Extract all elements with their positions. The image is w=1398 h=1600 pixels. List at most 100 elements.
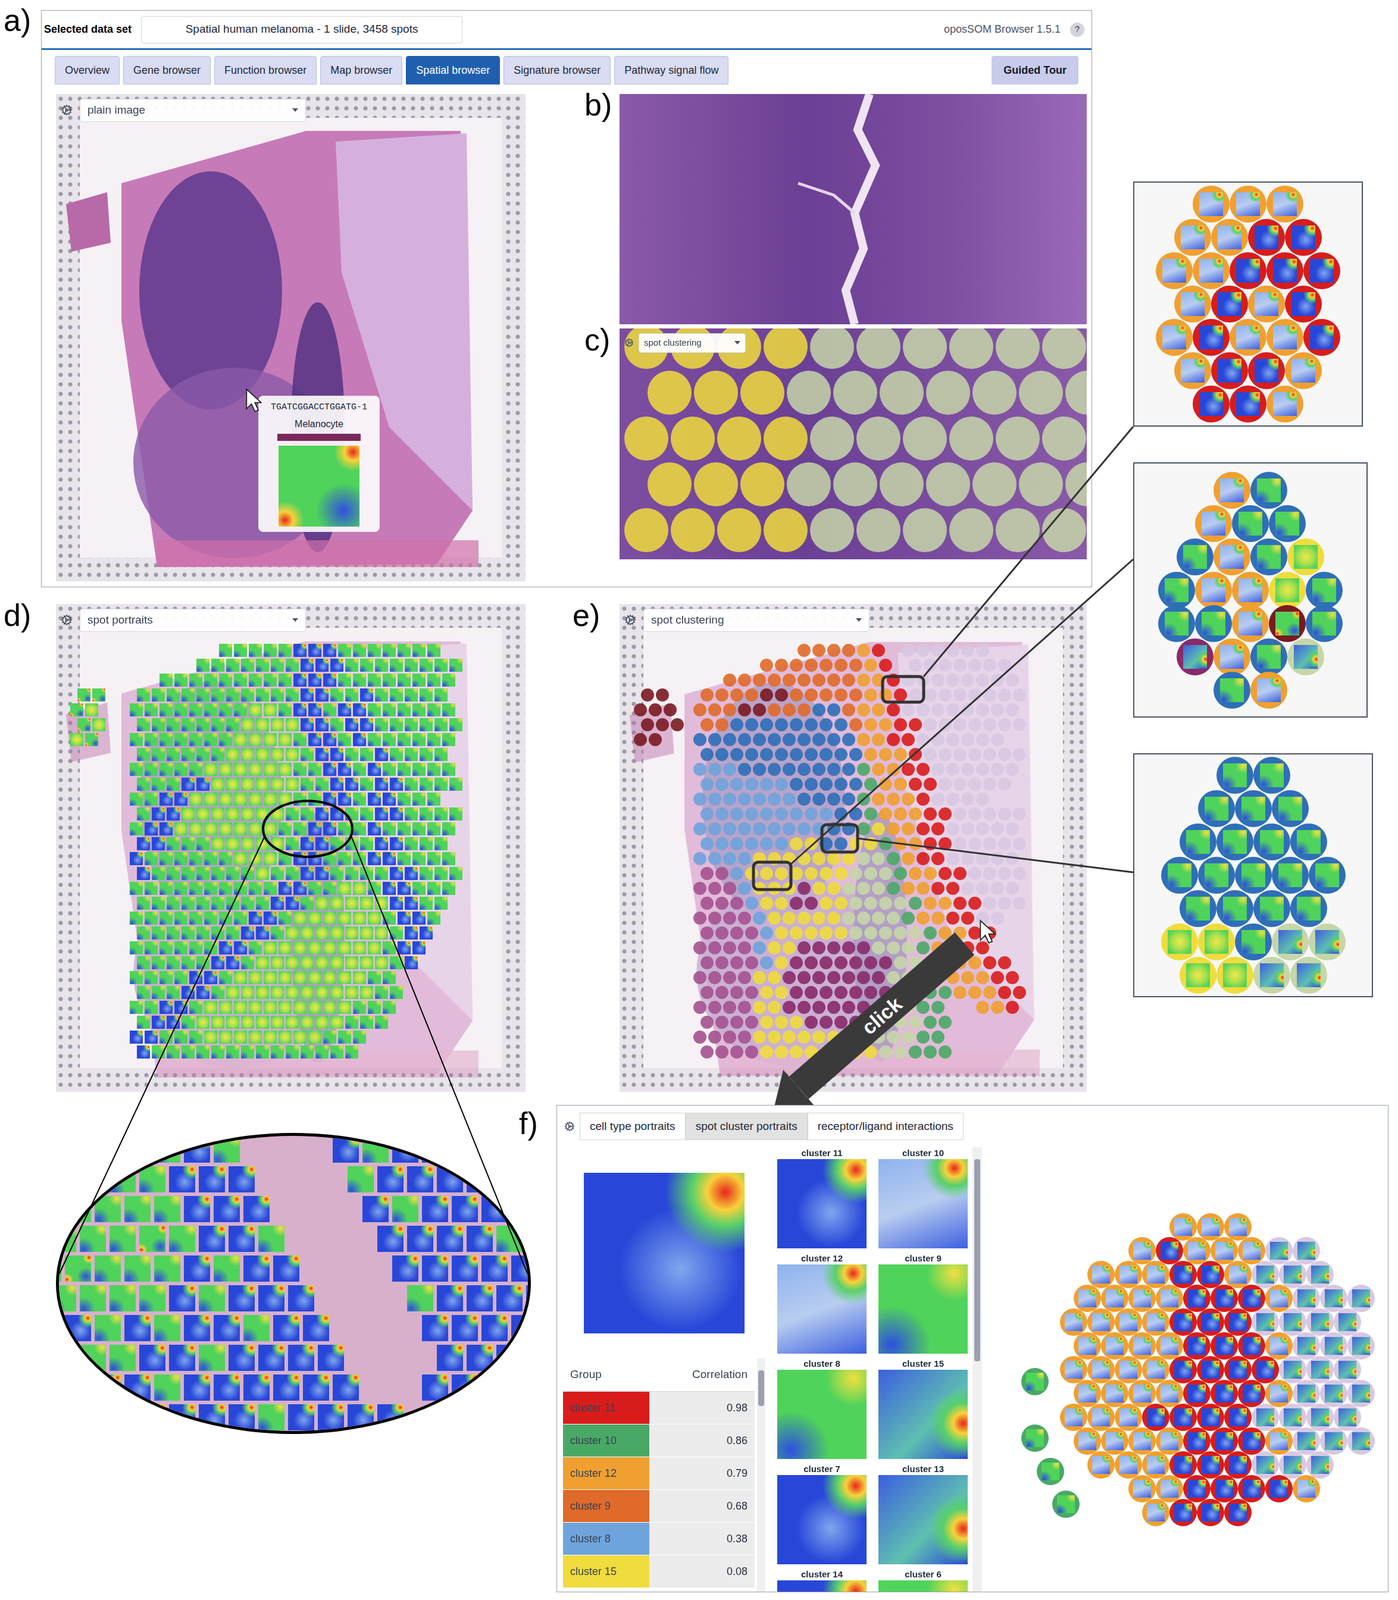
spot[interactable]	[202, 672, 218, 688]
spot[interactable]	[915, 672, 931, 688]
spot[interactable]	[922, 687, 938, 703]
spot[interactable]	[358, 984, 374, 1000]
spot[interactable]	[366, 642, 382, 658]
spot[interactable]	[321, 821, 337, 837]
spot[interactable]	[329, 955, 344, 971]
spot[interactable]	[441, 732, 456, 747]
spot[interactable]	[381, 999, 397, 1015]
spot[interactable]	[403, 717, 419, 733]
spot[interactable]	[426, 761, 442, 777]
spot[interactable]	[254, 717, 270, 733]
spot[interactable]	[870, 642, 886, 658]
spot[interactable]	[299, 984, 315, 1000]
spot[interactable]	[180, 955, 196, 971]
spot[interactable]	[974, 702, 990, 718]
spot[interactable]	[879, 462, 924, 507]
spot[interactable]	[262, 940, 278, 956]
spot[interactable]	[128, 791, 144, 807]
spot[interactable]	[143, 880, 159, 896]
spot[interactable]	[277, 672, 293, 688]
spot[interactable]	[351, 910, 367, 926]
spot[interactable]	[195, 687, 211, 703]
spot[interactable]	[336, 999, 352, 1015]
spot[interactable]	[135, 925, 151, 941]
spot[interactable]	[1065, 370, 1087, 415]
spot[interactable]	[307, 761, 322, 777]
spot[interactable]	[343, 865, 359, 881]
spot[interactable]	[277, 761, 293, 777]
spot[interactable]	[833, 462, 878, 507]
spot[interactable]	[902, 328, 947, 369]
tab[interactable]: Overview	[54, 55, 120, 85]
spot[interactable]	[158, 999, 174, 1015]
spot[interactable]	[262, 851, 278, 866]
spot[interactable]	[299, 955, 315, 971]
spot[interactable]	[173, 1029, 189, 1045]
spot[interactable]	[128, 910, 144, 926]
spot[interactable]	[284, 746, 300, 762]
spot[interactable]	[411, 642, 427, 658]
spot[interactable]	[165, 776, 181, 792]
spot[interactable]	[766, 672, 782, 688]
spot[interactable]	[441, 821, 456, 837]
spot[interactable]	[403, 865, 419, 881]
spot[interactable]	[83, 702, 99, 718]
spot[interactable]	[396, 761, 412, 777]
spot[interactable]	[210, 657, 225, 673]
spot[interactable]	[314, 657, 330, 673]
spot[interactable]	[247, 672, 263, 688]
spot[interactable]	[381, 821, 397, 837]
spot[interactable]	[128, 1029, 144, 1045]
spot[interactable]	[426, 791, 442, 807]
spot[interactable]	[411, 910, 427, 926]
spot[interactable]	[974, 672, 990, 688]
spot[interactable]	[299, 806, 315, 822]
spot[interactable]	[373, 806, 389, 822]
spot[interactable]	[381, 702, 397, 718]
spot[interactable]	[128, 732, 144, 747]
spot[interactable]	[381, 672, 397, 688]
spot[interactable]	[247, 821, 263, 837]
spot[interactable]	[826, 672, 841, 688]
spot[interactable]	[269, 806, 285, 822]
guided-tour-button[interactable]: Guided Tour	[991, 55, 1079, 85]
spot[interactable]	[135, 746, 151, 762]
spot[interactable]	[721, 702, 737, 718]
spot[interactable]	[314, 687, 330, 703]
spot[interactable]	[239, 895, 255, 911]
spot[interactable]	[254, 1044, 270, 1060]
spot[interactable]	[224, 1014, 240, 1030]
spot[interactable]	[224, 984, 240, 1000]
spot[interactable]	[433, 776, 449, 792]
spot[interactable]	[411, 732, 427, 747]
spot[interactable]	[321, 702, 337, 718]
spot[interactable]	[165, 895, 181, 911]
spot[interactable]	[974, 642, 990, 658]
spot[interactable]	[788, 687, 804, 703]
spot[interactable]	[877, 657, 893, 673]
spot[interactable]	[210, 1014, 225, 1030]
spot[interactable]	[366, 880, 382, 896]
spot[interactable]	[202, 1029, 218, 1045]
spot[interactable]	[995, 328, 1040, 369]
spot[interactable]	[262, 970, 278, 985]
spot[interactable]	[321, 642, 337, 658]
spot[interactable]	[329, 806, 344, 822]
spot[interactable]	[922, 657, 938, 673]
spot[interactable]	[670, 416, 715, 461]
spot[interactable]	[210, 717, 225, 733]
spot[interactable]	[269, 925, 285, 941]
spot[interactable]	[751, 702, 767, 718]
spot[interactable]	[855, 642, 871, 658]
spot[interactable]	[329, 865, 344, 881]
spot[interactable]	[247, 732, 263, 747]
spot[interactable]	[329, 687, 344, 703]
spot[interactable]	[195, 865, 211, 881]
spot[interactable]	[995, 508, 1040, 553]
spot[interactable]	[418, 746, 434, 762]
spot[interactable]	[366, 791, 382, 807]
spot[interactable]	[150, 895, 166, 911]
spot[interactable]	[165, 687, 181, 703]
spot[interactable]	[292, 761, 308, 777]
spot[interactable]	[247, 910, 263, 926]
